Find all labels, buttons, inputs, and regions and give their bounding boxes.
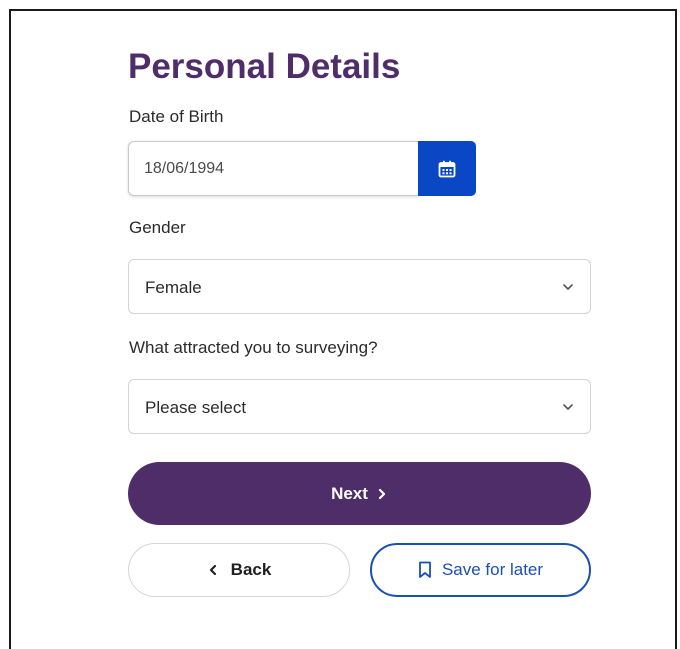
bookmark-icon — [418, 561, 432, 579]
calendar-icon — [438, 160, 456, 178]
date-of-birth-label: Date of Birth — [129, 107, 224, 126]
chevron-right-icon — [376, 487, 388, 501]
gender-select-value: Female — [145, 278, 202, 297]
date-of-birth-input[interactable] — [128, 141, 419, 196]
chevron-down-icon — [561, 280, 575, 294]
surveying-attraction-label: What attracted you to surveying? — [129, 338, 378, 357]
date-of-birth-group — [128, 141, 476, 196]
gender-label: Gender — [129, 218, 186, 237]
back-button-label: Back — [230, 560, 272, 579]
gender-select[interactable]: Female — [128, 259, 591, 314]
next-button-label: Next — [331, 483, 368, 503]
date-picker-button[interactable] — [418, 141, 476, 196]
chevron-down-icon — [561, 400, 575, 414]
page-title: Personal Details — [128, 47, 401, 86]
save-for-later-button[interactable]: Save for later — [370, 543, 591, 597]
chevron-left-icon — [207, 563, 219, 577]
form-frame: Personal Details Date of Birth 18/06/199… — [9, 9, 677, 649]
surveying-attraction-select-value: Please select — [145, 398, 247, 417]
back-button[interactable]: Back — [128, 543, 350, 597]
save-for-later-label: Save for later — [441, 560, 544, 579]
next-button[interactable]: Next — [128, 462, 591, 525]
surveying-attraction-select[interactable]: Please select — [128, 379, 591, 434]
